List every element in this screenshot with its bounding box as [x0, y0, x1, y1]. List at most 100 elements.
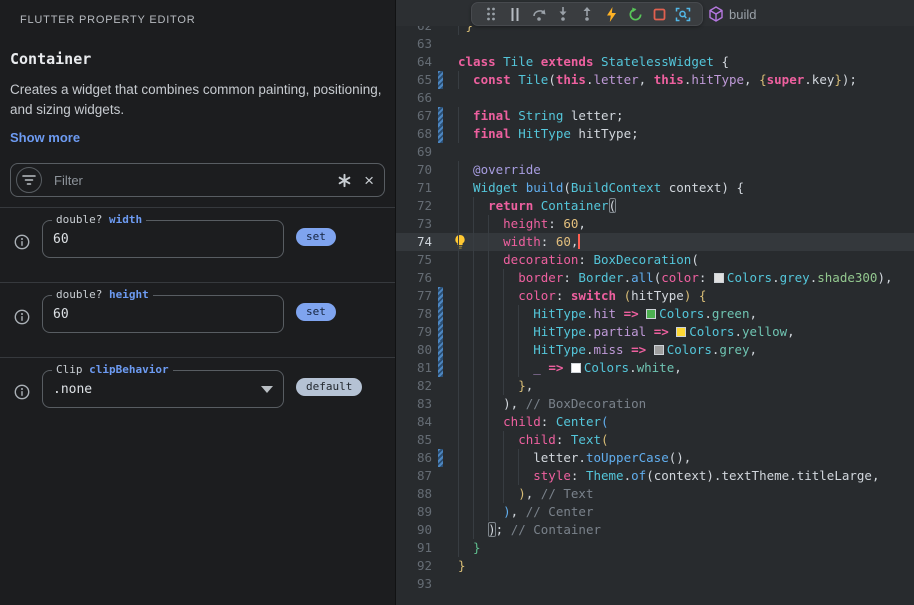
info-icon[interactable]	[14, 234, 30, 255]
code-editor[interactable]: wordle>li build	[396, 0, 914, 605]
set-height-button[interactable]: set	[296, 303, 336, 321]
info-icon[interactable]	[14, 309, 30, 330]
line-number[interactable]: 85	[396, 431, 432, 449]
code-line[interactable]: 64class Tile extends StatelessWidget {	[396, 53, 914, 71]
color-swatch[interactable]	[714, 273, 724, 283]
vcs-change-marker[interactable]	[438, 305, 443, 323]
line-number[interactable]: 90	[396, 521, 432, 539]
width-field[interactable]: double? width	[42, 220, 284, 258]
color-swatch[interactable]	[571, 363, 581, 373]
code-line[interactable]: 66	[396, 89, 914, 107]
height-field[interactable]: double? height	[42, 295, 284, 333]
line-number[interactable]: 80	[396, 341, 432, 359]
code-line[interactable]: 74width: 60,	[396, 233, 914, 251]
code-line[interactable]: 90); // Container	[396, 521, 914, 539]
line-number[interactable]: 77	[396, 287, 432, 305]
code-line[interactable]: 84child: Center(	[396, 413, 914, 431]
line-number[interactable]: 87	[396, 467, 432, 485]
line-number[interactable]: 91	[396, 539, 432, 557]
line-number[interactable]: 89	[396, 503, 432, 521]
line-number[interactable]: 69	[396, 143, 432, 161]
line-number[interactable]: 93	[396, 575, 432, 593]
width-input[interactable]	[53, 232, 273, 247]
code-line[interactable]: 76border: Border.all(color: Colors.grey.…	[396, 269, 914, 287]
code-line[interactable]: 68final HitType hitType;	[396, 125, 914, 143]
code-line[interactable]: 77color: switch (hitType) {	[396, 287, 914, 305]
line-number[interactable]: 78	[396, 305, 432, 323]
code-line[interactable]: 86letter.toUpperCase(),	[396, 449, 914, 467]
drag-handle-icon[interactable]	[479, 3, 503, 25]
code-line[interactable]: 75decoration: BoxDecoration(	[396, 251, 914, 269]
code-line[interactable]: 65const Tile(this.letter, this.hitType, …	[396, 71, 914, 89]
color-swatch[interactable]	[676, 327, 686, 337]
line-number[interactable]: 76	[396, 269, 432, 287]
match-regex-icon[interactable]	[337, 173, 352, 188]
code-line[interactable]: 93	[396, 575, 914, 593]
step-into-icon[interactable]	[551, 3, 575, 25]
hot-restart-icon[interactable]	[623, 3, 647, 25]
color-swatch[interactable]	[646, 309, 656, 319]
code-line[interactable]: 69	[396, 143, 914, 161]
show-more-link[interactable]: Show more	[10, 130, 80, 145]
line-number[interactable]: 67	[396, 107, 432, 125]
code-line[interactable]: 89), // Center	[396, 503, 914, 521]
widget-inspector-icon[interactable]	[671, 3, 695, 25]
code-line[interactable]: 73height: 60,	[396, 215, 914, 233]
line-number[interactable]: 75	[396, 251, 432, 269]
line-number[interactable]: 68	[396, 125, 432, 143]
vcs-change-marker[interactable]	[438, 71, 443, 89]
vcs-change-marker[interactable]	[438, 359, 443, 377]
line-number[interactable]: 73	[396, 215, 432, 233]
step-over-icon[interactable]	[527, 3, 551, 25]
line-number[interactable]: 81	[396, 359, 432, 377]
code-line[interactable]: 92}	[396, 557, 914, 575]
line-number[interactable]: 72	[396, 197, 432, 215]
hot-reload-icon[interactable]	[599, 3, 623, 25]
line-number[interactable]: 63	[396, 35, 432, 53]
clear-filter-icon[interactable]: ×	[364, 172, 374, 189]
line-number[interactable]: 64	[396, 53, 432, 71]
line-number[interactable]: 79	[396, 323, 432, 341]
code-line[interactable]: 80HitType.miss => Colors.grey,	[396, 341, 914, 359]
line-number[interactable]: 65	[396, 71, 432, 89]
code-lines[interactable]: 62}6364class Tile extends StatelessWidge…	[396, 17, 914, 593]
code-line[interactable]: 87style: Theme.of(context).textTheme.tit…	[396, 467, 914, 485]
clipbehavior-dropdown[interactable]: Clip clipBehavior .none	[42, 370, 284, 408]
line-number[interactable]: 71	[396, 179, 432, 197]
vcs-change-marker[interactable]	[438, 125, 443, 143]
code-line[interactable]: 88), // Text	[396, 485, 914, 503]
code-line[interactable]: 83), // BoxDecoration	[396, 395, 914, 413]
step-out-icon[interactable]	[575, 3, 599, 25]
code-line[interactable]: 85child: Text(	[396, 431, 914, 449]
code-line[interactable]: 71Widget build(BuildContext context) {	[396, 179, 914, 197]
vcs-change-marker[interactable]	[438, 287, 443, 305]
vcs-change-marker[interactable]	[438, 107, 443, 125]
code-line[interactable]: 82},	[396, 377, 914, 395]
vcs-change-marker[interactable]	[438, 449, 443, 467]
pause-icon[interactable]	[503, 3, 527, 25]
color-swatch[interactable]	[654, 345, 664, 355]
code-line[interactable]: 81_ => Colors.white,	[396, 359, 914, 377]
code-line[interactable]: 78HitType.hit => Colors.green,	[396, 305, 914, 323]
code-line[interactable]: 91}	[396, 539, 914, 557]
code-line[interactable]: 63	[396, 35, 914, 53]
default-clipbehavior-button[interactable]: default	[296, 378, 362, 396]
line-number[interactable]: 83	[396, 395, 432, 413]
line-number[interactable]: 70	[396, 161, 432, 179]
filter-input[interactable]	[54, 173, 325, 188]
vcs-change-marker[interactable]	[438, 323, 443, 341]
line-number[interactable]: 88	[396, 485, 432, 503]
line-number[interactable]: 66	[396, 89, 432, 107]
vcs-change-marker[interactable]	[438, 341, 443, 359]
line-number[interactable]: 86	[396, 449, 432, 467]
line-number[interactable]: 82	[396, 377, 432, 395]
line-number[interactable]: 74	[396, 233, 432, 251]
info-icon[interactable]	[14, 384, 30, 405]
code-line[interactable]: 72return Container(	[396, 197, 914, 215]
stop-icon[interactable]	[647, 3, 671, 25]
line-number[interactable]: 92	[396, 557, 432, 575]
code-line[interactable]: 67final String letter;	[396, 107, 914, 125]
set-width-button[interactable]: set	[296, 228, 336, 246]
code-line[interactable]: 79HitType.partial => Colors.yellow,	[396, 323, 914, 341]
height-input[interactable]	[53, 307, 273, 322]
